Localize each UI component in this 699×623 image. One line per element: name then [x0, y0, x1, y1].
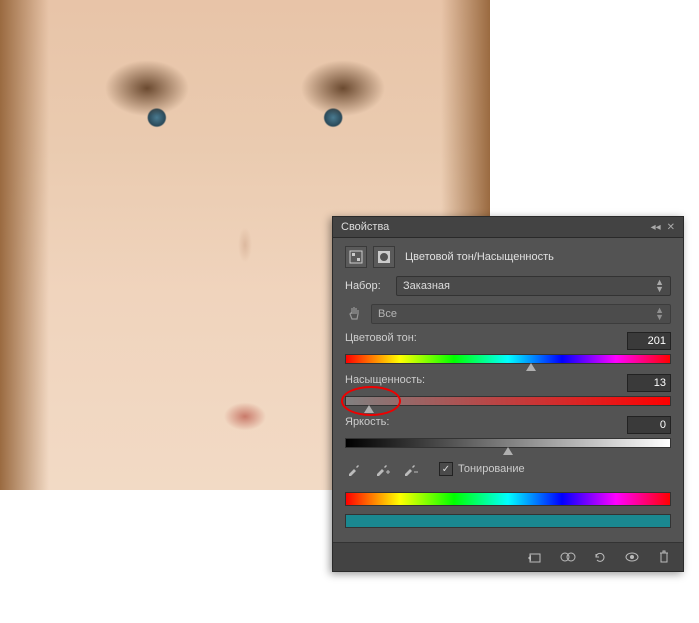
panel-footer: [333, 542, 683, 571]
hue-spectrum-bar: [345, 492, 671, 506]
hue-slider[interactable]: [345, 354, 671, 364]
panel-titlebar[interactable]: Свойства ◂◂ ✕: [333, 217, 683, 238]
adjustment-name: Цветовой тон/Насыщенность: [405, 251, 554, 263]
trash-icon[interactable]: [655, 549, 673, 565]
properties-panel: Свойства ◂◂ ✕ Цветовой тон/Насыщенность …: [332, 216, 684, 572]
close-icon[interactable]: ✕: [667, 222, 675, 233]
targeted-adjust-icon[interactable]: [345, 304, 365, 324]
lightness-label: Яркость:: [345, 416, 389, 434]
preset-select[interactable]: Заказная ▲▼: [396, 276, 671, 296]
colorize-label: Тонирование: [458, 463, 525, 475]
hue-label: Цветовой тон:: [345, 332, 417, 350]
view-previous-icon[interactable]: [559, 549, 577, 565]
eyedropper-plus-icon[interactable]: [373, 460, 391, 478]
panel-title: Свойства: [341, 221, 389, 233]
lightness-slider[interactable]: [345, 438, 671, 448]
checkmark-icon: ✓: [439, 462, 453, 476]
channel-select[interactable]: Все ▲▼: [371, 304, 671, 324]
preset-label: Набор:: [345, 280, 390, 292]
hue-thumb[interactable]: [526, 363, 536, 371]
saturation-slider[interactable]: [345, 396, 671, 406]
saturation-value[interactable]: [627, 374, 671, 392]
clip-to-layer-icon[interactable]: [527, 549, 545, 565]
saturation-thumb[interactable]: [364, 405, 374, 413]
adjustment-icon[interactable]: [345, 246, 367, 268]
dropdown-arrows-icon: ▲▼: [655, 279, 664, 293]
hue-slider-group: Цветовой тон:: [345, 332, 671, 364]
visibility-icon[interactable]: [623, 549, 641, 565]
saturation-label: Насыщенность:: [345, 374, 425, 392]
adjustment-header: Цветовой тон/Насыщенность: [345, 246, 671, 268]
eyedropper-minus-icon[interactable]: [401, 460, 419, 478]
colorize-checkbox[interactable]: ✓ Тонирование: [439, 462, 525, 476]
collapse-icon[interactable]: ◂◂: [651, 222, 661, 233]
result-color-bar: [345, 514, 671, 528]
reset-icon[interactable]: [591, 549, 609, 565]
lightness-value[interactable]: [627, 416, 671, 434]
lightness-slider-group: Яркость:: [345, 416, 671, 448]
lightness-thumb[interactable]: [503, 447, 513, 455]
dropdown-arrows-icon: ▲▼: [655, 307, 664, 321]
mask-icon[interactable]: [373, 246, 395, 268]
saturation-slider-group: Насыщенность:: [345, 374, 671, 406]
hue-value[interactable]: [627, 332, 671, 350]
eyedropper-icon[interactable]: [345, 460, 363, 478]
